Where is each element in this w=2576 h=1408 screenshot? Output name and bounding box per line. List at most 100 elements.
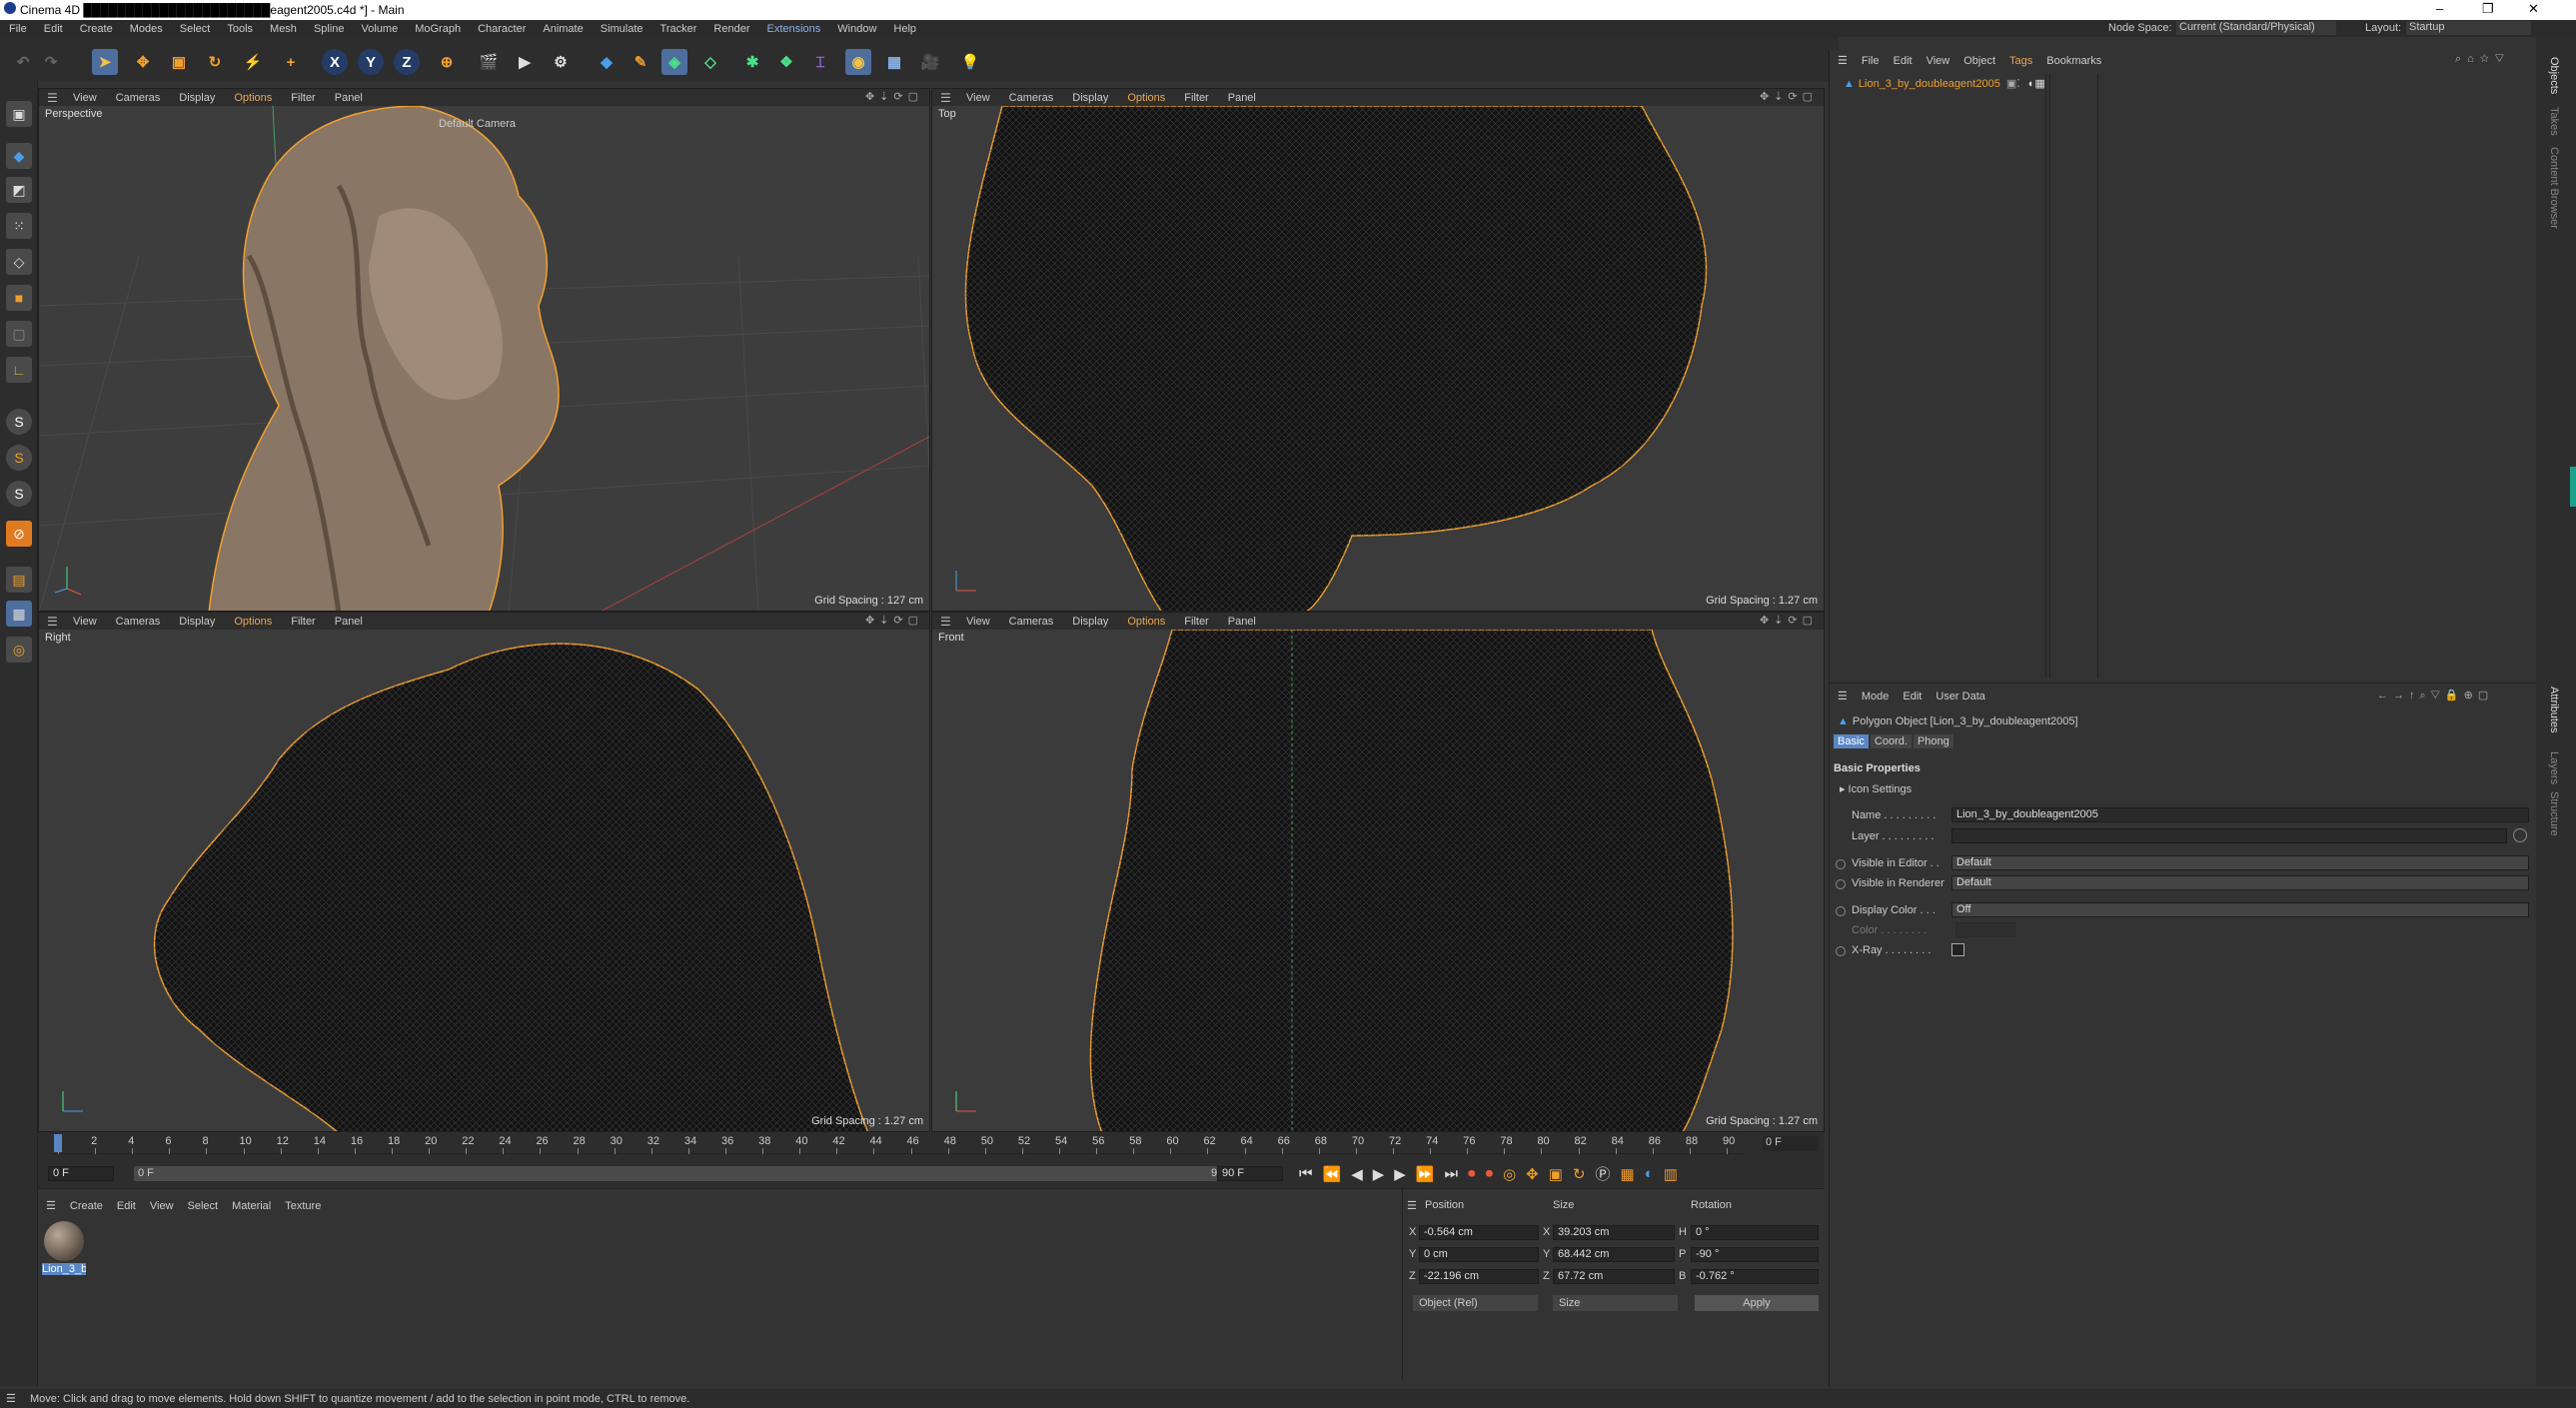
menu-tools[interactable]: Tools [227, 23, 253, 35]
vp-menu-panel[interactable]: Panel [1228, 616, 1256, 628]
animate-dot-icon[interactable] [1836, 859, 1846, 869]
menu-mesh[interactable]: Mesh [270, 23, 297, 35]
coordinate-system-icon[interactable]: ⊕ [434, 49, 460, 75]
minimize-button[interactable]: – [2436, 1, 2443, 16]
edges-mode-icon[interactable]: ◇ [6, 249, 32, 275]
cube-primitive-icon[interactable]: ◆ [594, 49, 620, 75]
workplane-icon[interactable]: ▤ [6, 567, 32, 593]
move-tool-icon[interactable]: ✥ [130, 49, 156, 75]
vp-menu-options[interactable]: Options [234, 616, 272, 628]
icon-settings-group[interactable]: ▸ Icon Settings [1840, 782, 1912, 796]
timeline-ruler[interactable]: 0246810121416182022242628303234363840424… [54, 1132, 1743, 1154]
mat-menu-edit[interactable]: Edit [117, 1200, 136, 1212]
vp-menu-panel[interactable]: Panel [335, 616, 363, 628]
layer-field[interactable] [1951, 828, 2507, 843]
soft-selection-icon[interactable]: ◎ [6, 637, 32, 663]
hamburger-icon[interactable]: ☰ [1407, 1199, 1417, 1212]
next-frame-icon[interactable]: ▶ [1394, 1165, 1406, 1183]
vp-menu-display[interactable]: Display [179, 92, 215, 104]
vp-menu-filter[interactable]: Filter [1184, 616, 1208, 628]
node-space-dropdown[interactable]: Current (Standard/Physical) [2176, 21, 2336, 35]
vp-menu-display[interactable]: Display [179, 616, 215, 628]
hamburger-icon[interactable]: ☰ [1838, 54, 1848, 67]
select-tool-icon[interactable]: ➤ [92, 49, 118, 75]
vp-menu-cameras[interactable]: Cameras [1009, 616, 1054, 628]
tab-layers[interactable]: Layers [2548, 751, 2560, 784]
tab-basic[interactable]: Basic [1834, 734, 1869, 748]
viewport-nav-icons[interactable]: ✥⇣⟳▢ [865, 614, 923, 627]
playhead[interactable] [54, 1134, 62, 1152]
tab-phong[interactable]: Phong [1913, 734, 1953, 748]
visible-in-editor-dropdown[interactable]: Default [1951, 855, 2529, 870]
menu-animate[interactable]: Animate [543, 23, 583, 35]
edge-widget[interactable] [2570, 467, 2576, 507]
light-icon[interactable]: 💡 [957, 49, 983, 75]
grid-icon[interactable]: ▦ [6, 601, 32, 627]
menu-spline[interactable]: Spline [314, 23, 345, 35]
timeline-window-icon[interactable]: ◐ [1645, 1165, 1654, 1182]
apply-button[interactable]: Apply [1695, 1295, 1819, 1311]
z-axis-lock-icon[interactable]: Z [394, 49, 420, 75]
obj-menu-tags[interactable]: Tags [2009, 55, 2032, 67]
vp-menu-view[interactable]: View [966, 92, 990, 104]
vp-menu-cameras[interactable]: Cameras [1009, 92, 1054, 104]
vp-menu-options[interactable]: Options [1127, 92, 1165, 104]
menu-select[interactable]: Select [180, 23, 211, 35]
vp-menu-panel[interactable]: Panel [1228, 92, 1256, 104]
vp-menu-display[interactable]: Display [1072, 92, 1108, 104]
tab-takes[interactable]: Takes [2548, 107, 2560, 136]
obj-menu-object[interactable]: Object [1963, 55, 1995, 67]
attr-menu-edit[interactable]: Edit [1903, 691, 1922, 703]
mat-menu-select[interactable]: Select [188, 1200, 219, 1212]
menu-edit[interactable]: Edit [44, 23, 63, 35]
redo-icon[interactable]: ↷ [38, 49, 64, 75]
snap-icon[interactable]: S [6, 409, 32, 435]
hamburger-icon[interactable]: ☰ [47, 91, 61, 105]
array-icon[interactable]: ✱ [739, 49, 765, 75]
render-settings-icon[interactable]: ⚙ [548, 49, 574, 75]
workplane-snap-icon[interactable]: S [6, 481, 32, 507]
vp-menu-view[interactable]: View [966, 616, 990, 628]
menu-character[interactable]: Character [478, 23, 526, 35]
uv-mode-icon[interactable]: ▢ [6, 321, 32, 347]
obj-menu-edit[interactable]: Edit [1894, 55, 1913, 67]
viewport-right[interactable]: ☰ View Cameras Display Options Filter Pa… [38, 612, 930, 1132]
position-y-field[interactable]: 0 cm [1419, 1247, 1539, 1262]
hamburger-icon[interactable]: ☰ [6, 1392, 16, 1405]
name-field[interactable]: Lion_3_by_doubleagent2005 [1951, 807, 2529, 822]
coord-mode-dropdown[interactable]: Object (Rel) [1413, 1295, 1538, 1311]
size-mode-dropdown[interactable]: Size [1553, 1295, 1678, 1311]
material-tag-icon[interactable]: ◐▦ [2028, 77, 2045, 90]
hamburger-icon[interactable]: ☰ [46, 1199, 56, 1212]
y-axis-lock-icon[interactable]: Y [358, 49, 384, 75]
size-y-field[interactable]: 68.442 cm [1553, 1247, 1675, 1262]
render-view-icon[interactable]: 🎬 [476, 49, 502, 75]
go-to-end-icon[interactable]: ⏭ [1445, 1165, 1459, 1182]
subdivision-surface-icon[interactable]: ◈ [661, 49, 687, 75]
go-to-start-icon[interactable]: ⏮ [1299, 1165, 1313, 1182]
menu-mograph[interactable]: MoGraph [415, 23, 461, 35]
key-rotation-icon[interactable]: ↻ [1573, 1165, 1586, 1183]
vp-menu-display[interactable]: Display [1072, 616, 1108, 628]
rotate-tool-icon[interactable]: ↻ [202, 49, 228, 75]
menu-simulate[interactable]: Simulate [601, 23, 644, 35]
menu-modes[interactable]: Modes [130, 23, 163, 35]
vp-menu-cameras[interactable]: Cameras [116, 92, 161, 104]
viewport-nav-icons[interactable]: ✥⇣⟳▢ [1760, 90, 1818, 103]
hamburger-icon[interactable]: ☰ [940, 91, 954, 105]
vp-menu-view[interactable]: View [73, 92, 97, 104]
key-parameter-icon[interactable]: Ⓟ [1596, 1163, 1611, 1184]
viewport-nav-icons[interactable]: ✥⇣⟳▢ [1760, 614, 1818, 627]
x-axis-lock-icon[interactable]: X [322, 49, 348, 75]
obj-menu-file[interactable]: File [1862, 55, 1880, 67]
attribute-nav-icons[interactable]: ←→↑⌕▽🔒⊕▢ [2377, 689, 2493, 703]
viewport-top[interactable]: ☰ View Cameras Display Options Filter Pa… [931, 88, 1825, 612]
keyframe-selection-icon[interactable]: ◎ [1503, 1165, 1516, 1183]
attr-menu-mode[interactable]: Mode [1862, 691, 1890, 703]
mat-menu-texture[interactable]: Texture [285, 1200, 321, 1212]
position-x-field[interactable]: -0.564 cm [1419, 1225, 1539, 1240]
position-z-field[interactable]: -22.196 cm [1419, 1269, 1539, 1284]
size-x-field[interactable]: 39.203 cm [1553, 1225, 1675, 1240]
size-z-field[interactable]: 67.72 cm [1553, 1269, 1675, 1284]
tab-coord[interactable]: Coord. [1870, 734, 1912, 748]
